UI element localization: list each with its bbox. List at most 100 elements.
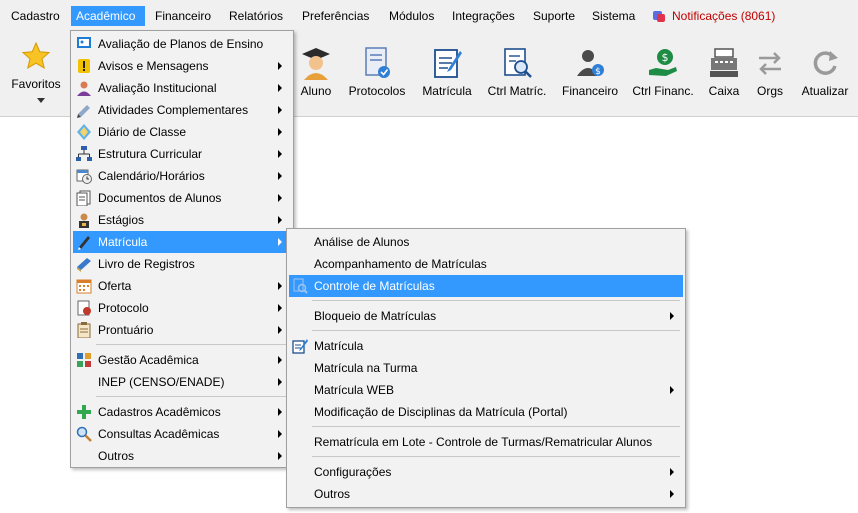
menu-separator	[312, 456, 680, 457]
toolbar-protocolos-label: Protocolos	[348, 84, 406, 98]
menu-financeiro[interactable]: Financeiro	[150, 6, 216, 26]
toolbar-matricula[interactable]: Matrícula	[419, 46, 475, 106]
toolbar-caixa[interactable]: Caixa	[704, 46, 744, 106]
menu-item-avaliacao-planos[interactable]: Avaliação de Planos de Ensino	[73, 33, 291, 55]
protocol-icon	[77, 300, 91, 316]
submenu-item-label: Matrícula	[314, 339, 364, 353]
chevron-right-icon	[278, 452, 282, 460]
chevron-right-icon	[278, 84, 282, 92]
submenu-item-acompanhamento[interactable]: Acompanhamento de Matrículas	[289, 253, 683, 275]
toolbar-aluno-label: Aluno	[300, 84, 332, 98]
submenu-item-label: Acompanhamento de Matrículas	[314, 257, 487, 271]
menu-item-documentos[interactable]: Documentos de Alunos	[73, 187, 291, 209]
chevron-right-icon	[278, 282, 282, 290]
presentation-board-icon	[77, 37, 91, 48]
submenu-item-matricula[interactable]: Matrícula	[289, 335, 683, 357]
menu-item-atividades[interactable]: Atividades Complementares	[73, 99, 291, 121]
submenu-item-analise[interactable]: Análise de Alunos	[289, 231, 683, 253]
submenu-item-controle[interactable]: Controle de Matrículas	[289, 275, 683, 297]
menu-notificacoes[interactable]: Notificações (8061)	[667, 6, 780, 26]
menu-modulos[interactable]: Módulos	[384, 6, 439, 26]
menu-item-label: Protocolo	[98, 301, 149, 315]
toolbar-financeiro[interactable]: $ Financeiro	[559, 46, 621, 106]
chevron-right-icon	[278, 326, 282, 334]
swap-arrows-icon	[759, 52, 781, 75]
menu-item-avaliacao-institucional[interactable]: Avaliação Institucional	[73, 77, 291, 99]
menu-item-outros[interactable]: Outros	[73, 445, 291, 467]
submenu-item-bloqueio[interactable]: Bloqueio de Matrículas	[289, 305, 683, 327]
clipboard-icon	[77, 322, 91, 338]
calendar-clock-icon	[76, 169, 92, 184]
menu-item-label: Prontuário	[98, 323, 154, 337]
chevron-right-icon	[278, 62, 282, 70]
menu-relatorios[interactable]: Relatórios	[224, 6, 288, 26]
chevron-right-icon	[278, 430, 282, 438]
notification-icon[interactable]	[652, 9, 666, 23]
menu-integracoes[interactable]: Integrações	[447, 6, 520, 26]
menu-item-matricula[interactable]: Matrícula	[73, 231, 291, 253]
favorites-label: Favoritos	[11, 77, 61, 91]
pencil-eraser-icon	[77, 105, 90, 118]
menu-item-estagios[interactable]: Estágios	[73, 209, 291, 231]
submenu-item-configuracoes[interactable]: Configurações	[289, 461, 683, 483]
submenu-item-modificacao[interactable]: Modificação de Disciplinas da Matrícula …	[289, 401, 683, 423]
menu-item-cadastros-academicos[interactable]: Cadastros Acadêmicos	[73, 401, 291, 423]
chevron-right-icon	[278, 150, 282, 158]
menu-item-label: Avisos e Mensagens	[98, 59, 209, 73]
menu-academico[interactable]: Acadêmico	[71, 6, 145, 26]
enrollment-pen-icon	[78, 236, 90, 250]
menu-item-label: Diário de Classe	[98, 125, 187, 139]
menu-sistema[interactable]: Sistema	[587, 6, 640, 26]
chevron-right-icon	[278, 172, 282, 180]
chevron-right-icon	[278, 238, 282, 246]
submenu-item-label: Outros	[314, 487, 351, 501]
menu-item-label: Gestão Acadêmica	[98, 353, 199, 367]
toolbar-atualizar-label: Atualizar	[801, 84, 849, 98]
toolbar-protocolos[interactable]: Protocolos	[346, 46, 408, 106]
menu-item-protocolo[interactable]: Protocolo	[73, 297, 291, 319]
menu-item-label: Calendário/Horários	[98, 169, 205, 183]
menu-item-label: Cadastros Acadêmicos	[98, 405, 221, 419]
menu-item-diario[interactable]: Diário de Classe	[73, 121, 291, 143]
search-document-icon	[504, 48, 532, 78]
toolbar-orgs[interactable]: Orgs	[752, 46, 788, 106]
menu-item-avisos[interactable]: Avisos e Mensagens	[73, 55, 291, 77]
search-document-icon	[293, 278, 308, 294]
toolbar-ctrl-matric[interactable]: Ctrl Matríc.	[484, 46, 550, 106]
documents-icon	[76, 190, 91, 206]
menu-item-livro[interactable]: Livro de Registros	[73, 253, 291, 275]
submenu-item-label: Análise de Alunos	[314, 235, 410, 249]
menu-item-calendario[interactable]: Calendário/Horários	[73, 165, 291, 187]
hand-money-icon: $	[649, 49, 677, 76]
toolbar-ctrl-financ[interactable]: $ Ctrl Financ.	[630, 46, 696, 106]
menu-preferencias[interactable]: Preferências	[297, 6, 374, 26]
menu-item-prontuario[interactable]: Prontuário	[73, 319, 291, 341]
favorites-button[interactable]: Favoritos	[6, 40, 66, 110]
menu-suporte[interactable]: Suporte	[528, 6, 580, 26]
menu-separator	[312, 300, 680, 301]
chevron-right-icon	[670, 490, 674, 498]
menu-cadastro[interactable]: Cadastro	[6, 6, 65, 26]
submenu-item-rematricula[interactable]: Rematrícula em Lote - Controle de Turmas…	[289, 431, 683, 453]
chevron-right-icon	[278, 356, 282, 364]
submenu-item-outros[interactable]: Outros	[289, 483, 683, 505]
toolbar-financeiro-label: Financeiro	[561, 84, 619, 98]
menu-item-estrutura[interactable]: Estrutura Curricular	[73, 143, 291, 165]
student-icon	[302, 48, 330, 80]
menu-item-label: Matrícula	[98, 235, 148, 249]
menu-separator	[312, 330, 680, 331]
submenu-item-label: Matrícula WEB	[314, 383, 395, 397]
menu-separator	[312, 426, 680, 427]
menu-item-gestao[interactable]: Gestão Acadêmica	[73, 349, 291, 371]
menu-item-inep[interactable]: INEP (CENSO/ENADE)	[73, 371, 291, 393]
toolbar-aluno[interactable]: Aluno	[296, 46, 336, 106]
person-money-icon: $	[577, 50, 604, 77]
svg-text:$: $	[662, 51, 669, 64]
menu-item-consultas-academicas[interactable]: Consultas Acadêmicas	[73, 423, 291, 445]
protocol-document-icon	[365, 47, 390, 78]
submenu-item-matricula-web[interactable]: Matrícula WEB	[289, 379, 683, 401]
menu-item-oferta[interactable]: Oferta	[73, 275, 291, 297]
submenu-item-matricula-turma[interactable]: Matrícula na Turma	[289, 357, 683, 379]
toolbar-atualizar[interactable]: Atualizar	[797, 46, 853, 106]
enrollment-document-icon	[434, 49, 462, 78]
